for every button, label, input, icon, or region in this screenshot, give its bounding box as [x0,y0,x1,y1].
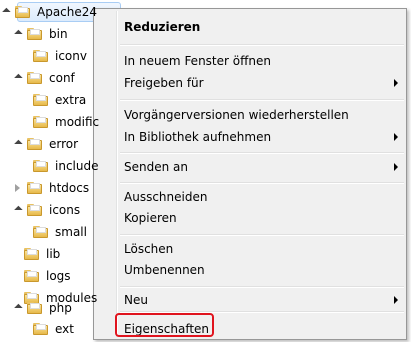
expand-arrow-icon[interactable] [13,205,23,215]
tree-item-ext[interactable]: ext [33,318,74,340]
tree-item-label: htdocs [49,181,90,195]
menu-item-share-with[interactable]: Freigeben für [124,73,398,93]
menu-item-delete[interactable]: Löschen [124,239,394,259]
tree-item-conf[interactable]: conf [13,67,75,89]
tree-item-label: error [49,137,79,151]
menu-item-send-to[interactable]: Senden an [124,157,398,177]
tree-item-label: extra [55,93,87,107]
menu-item-open-new-window[interactable]: In neuem Fenster öffnen [124,51,394,71]
menu-item-label: Ausschneiden [124,190,208,204]
folder-icon [33,49,49,63]
folder-icon [27,137,43,151]
submenu-arrow-icon [394,163,398,171]
menu-gutter [116,11,118,337]
menu-item-label: Reduzieren [124,20,201,34]
tree-item-php[interactable]: php [13,297,72,319]
folder-icon [27,181,43,195]
tree-item-label: include [55,159,99,173]
menu-separator [120,182,404,184]
folder-icon [15,5,31,19]
menu-item-label: Löschen [124,242,174,256]
menu-item-reduzieren[interactable]: Reduzieren [124,17,394,37]
submenu-arrow-icon [394,133,398,141]
tree-item-label: bin [49,27,68,41]
folder-icon [24,247,40,261]
menu-item-new[interactable]: Neu [124,290,398,310]
tree-item-error[interactable]: error [13,133,78,155]
menu-item-cut[interactable]: Ausschneiden [124,187,394,207]
tree-item-extra[interactable]: extra [33,89,86,111]
folder-icon [24,269,40,283]
menu-item-rename[interactable]: Umbenennen [124,260,394,280]
menu-separator [120,99,404,101]
menu-separator [120,44,404,46]
tree-item-lib[interactable]: lib [24,243,60,265]
menu-item-label: Vorgängerversionen wiederherstellen [124,108,349,122]
menu-item-label: In Bibliothek aufnehmen [124,130,272,144]
submenu-arrow-icon [394,296,398,304]
menu-separator [120,152,404,154]
tree-item-label: Apache24 [37,5,98,19]
collapse-arrow-icon[interactable] [13,183,23,193]
expand-arrow-icon[interactable] [13,139,23,149]
tree-item-label: lib [46,247,61,261]
tree-item-logs[interactable]: logs [24,265,71,287]
tree-item-label: modific [55,115,100,129]
menu-item-label: Umbenennen [124,263,205,277]
expand-arrow-icon[interactable] [1,7,11,17]
folder-icon [27,203,43,217]
tree-item-iconv[interactable]: iconv [33,45,87,67]
expand-arrow-icon[interactable] [13,29,23,39]
expand-arrow-icon[interactable] [13,303,23,313]
folder-icon [33,322,49,336]
folder-icon [27,27,43,41]
tree-item-bin[interactable]: bin [13,23,68,45]
menu-separator [120,234,404,236]
tree-item-label: logs [46,269,71,283]
highlight-box [115,313,214,337]
tree-item-label: conf [49,71,75,85]
tree-item-label: php [49,301,72,315]
menu-item-restore-previous-versions[interactable]: Vorgängerversionen wiederherstellen [124,105,394,125]
expand-arrow-icon[interactable] [13,73,23,83]
tree-item-htdocs[interactable]: htdocs [13,177,89,199]
tree-item-icons[interactable]: icons [13,199,80,221]
folder-icon [27,301,43,315]
menu-item-include-in-library[interactable]: In Bibliothek aufnehmen [124,127,398,147]
context-menu: Reduzieren In neuem Fenster öffnen Freig… [93,8,407,340]
menu-item-label: In neuem Fenster öffnen [124,54,271,68]
submenu-arrow-icon [394,79,398,87]
menu-item-label: Senden an [124,160,188,174]
tree-item-small[interactable]: small [33,221,87,243]
folder-icon [33,93,49,107]
tree-item-label: small [55,225,87,239]
folder-icon [33,225,49,239]
folder-icon [33,159,49,173]
menu-item-label: Freigeben für [124,76,204,90]
folder-icon [27,71,43,85]
tree-item-label: icons [49,203,81,217]
menu-separator [120,286,404,288]
tree-item-label: iconv [55,49,87,63]
menu-item-label: Kopieren [124,211,177,225]
tree-item-modific[interactable]: modific [33,111,99,133]
tree-item-label: ext [55,322,74,336]
menu-item-copy[interactable]: Kopieren [124,208,394,228]
menu-item-label: Neu [124,293,148,307]
folder-icon [33,115,49,129]
tree-item-include[interactable]: include [33,155,98,177]
